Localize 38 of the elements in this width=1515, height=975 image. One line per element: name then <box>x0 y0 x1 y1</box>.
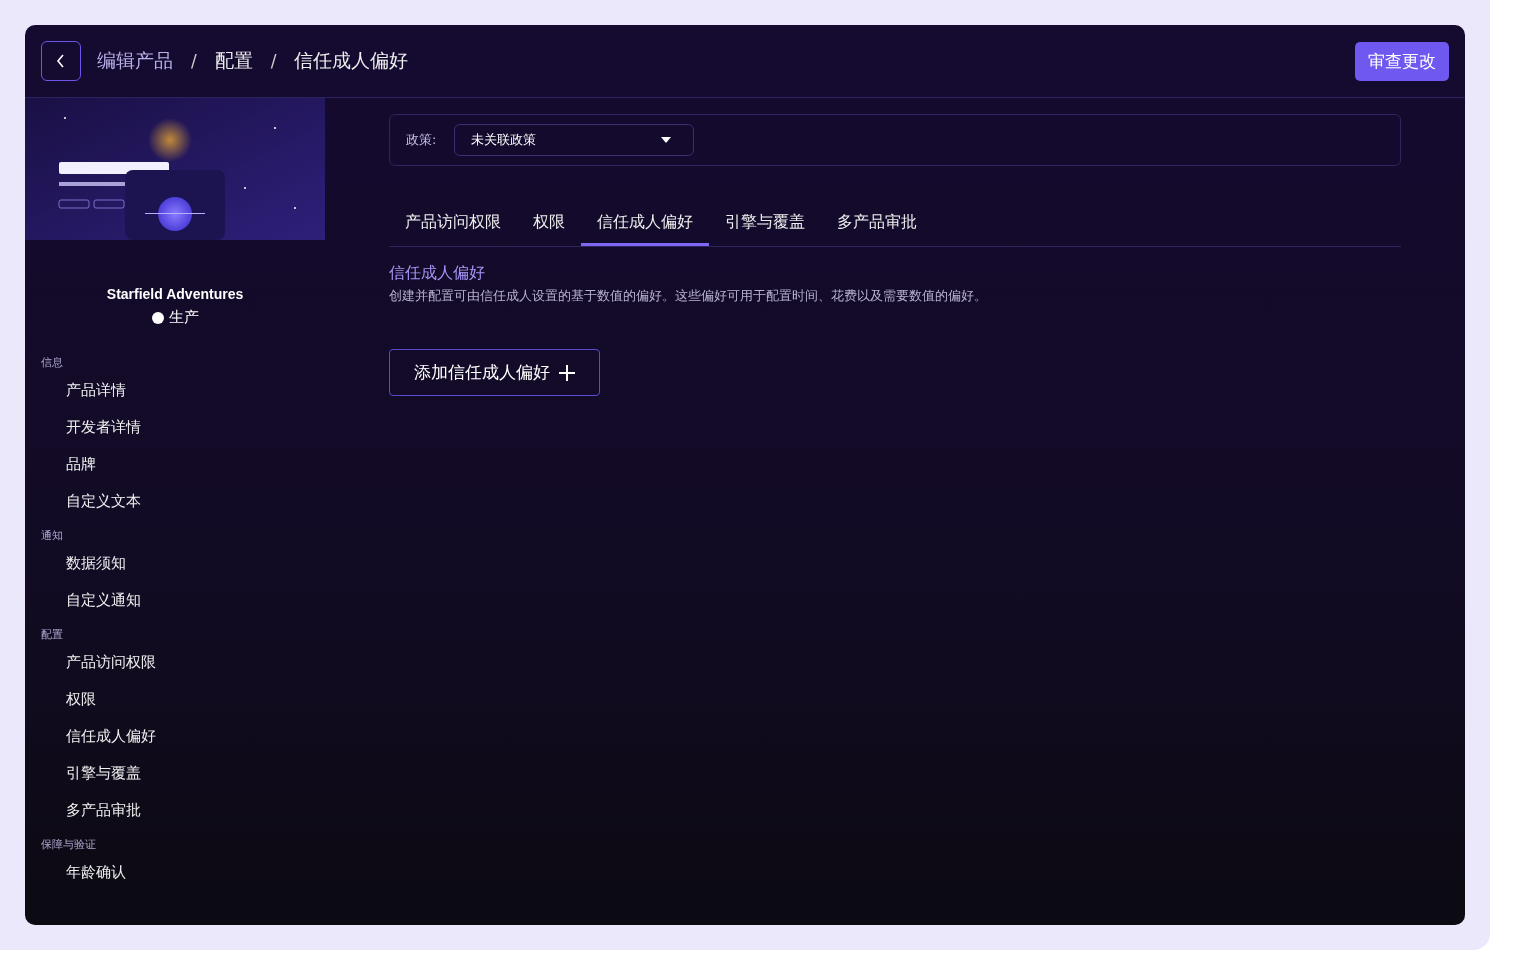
breadcrumb-separator: / <box>270 51 277 71</box>
sidebar-item[interactable]: 多产品审批 <box>25 792 325 829</box>
plus-icon <box>559 364 575 381</box>
breadcrumb-separator: / <box>191 51 197 71</box>
tab[interactable]: 多产品审批 <box>821 206 933 246</box>
sidebar-group-label: 通知 <box>40 528 64 544</box>
tab[interactable]: 信任成人偏好 <box>581 206 709 246</box>
breadcrumb-item: 信任成人偏好 <box>294 48 409 73</box>
sidebar-item[interactable]: 年龄确认 <box>25 854 325 891</box>
back-button[interactable] <box>41 41 81 81</box>
sidebar-item[interactable]: 产品详情 <box>25 372 325 409</box>
sidebar-item[interactable]: 产品访问权限 <box>25 644 325 681</box>
sidebar-group-label: 配置 <box>40 627 64 643</box>
review-button[interactable]: 审查更改 <box>1355 41 1449 81</box>
policy-dropdown[interactable]: 未关联政策 <box>454 124 695 156</box>
sidebar-item[interactable]: 自定义文本 <box>25 483 325 520</box>
section-description: 创建并配置可由信任成人设置的基于数值的偏好。这些偏好可用于配置时间、花费以及需要数值的偏好。 <box>389 288 987 305</box>
sidebar-item[interactable]: 权限 <box>25 681 325 718</box>
sidebar-item[interactable]: 品牌 <box>25 446 325 483</box>
breadcrumb-link[interactable]: 编辑产品 <box>97 48 173 74</box>
sidebar-item[interactable]: 开发者详情 <box>25 409 325 446</box>
sidebar-item[interactable]: 自定义通知 <box>25 582 325 619</box>
sidebar-item[interactable]: 数据须知 <box>25 545 325 582</box>
breadcrumb-item: 配置 <box>214 48 253 73</box>
tab[interactable]: 引擎与覆盖 <box>709 206 821 246</box>
sidebar-group-label: 信息 <box>40 355 64 371</box>
back-icon <box>56 54 66 68</box>
tab[interactable]: 权限 <box>517 206 581 246</box>
tab[interactable]: 产品访问权限 <box>389 206 517 246</box>
product-name: Starfield Adventures <box>106 286 244 302</box>
caret-icon <box>661 137 672 143</box>
status-label: 生产 <box>168 308 199 327</box>
sidebar-item[interactable]: 引擎与覆盖 <box>25 755 325 792</box>
policy-label: 政策: <box>406 131 437 149</box>
section-title: 信任成人偏好 <box>389 263 485 284</box>
sidebar-group-label: 保障与验证 <box>40 837 97 853</box>
sidebar-item[interactable]: 信任成人偏好 <box>25 718 325 755</box>
add-preference-button[interactable]: 添加信任成人偏好 <box>389 349 600 396</box>
